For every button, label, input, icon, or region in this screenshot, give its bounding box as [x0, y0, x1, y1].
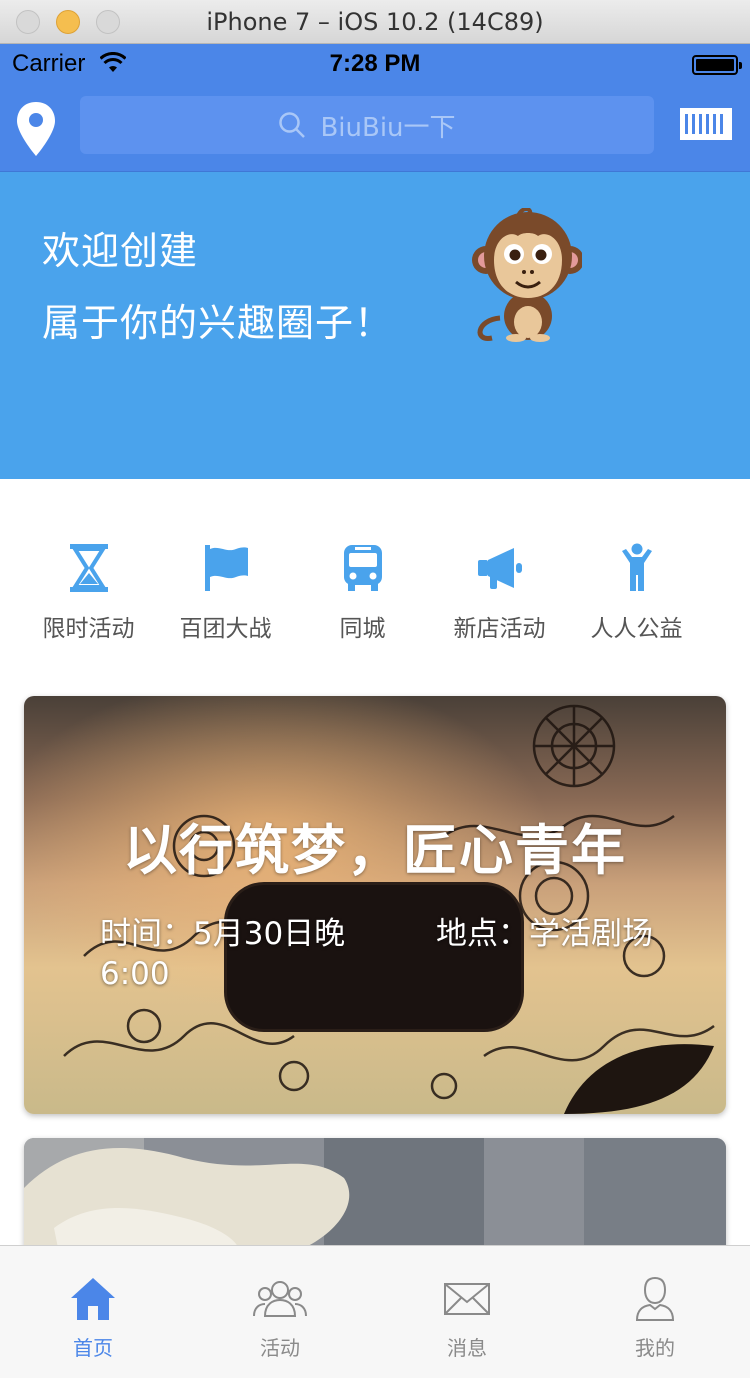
- category-row: 限时活动 百团大战 同城 新店活动 人人公益: [0, 479, 750, 669]
- tab-label: 首页: [73, 1336, 113, 1360]
- home-icon: [71, 1278, 115, 1320]
- navigation-bar: BiuBiu一下: [0, 86, 750, 172]
- banner-subline: 属于你的兴趣圈子！: [42, 301, 394, 345]
- event-title: 以行筑梦，匠心青年: [123, 819, 627, 882]
- category-label: 百团大战: [179, 616, 272, 642]
- simulator-titlebar: iPhone 7 – iOS 10.2 (14C89): [0, 0, 750, 44]
- barcode-icon[interactable]: [680, 108, 732, 140]
- megaphone-icon: [477, 548, 522, 589]
- tab-messages[interactable]: 消息: [407, 1276, 527, 1361]
- flag-icon: [204, 545, 248, 591]
- tab-label: 我的: [635, 1336, 675, 1360]
- person-icon: [621, 543, 652, 591]
- window-title: iPhone 7 – iOS 10.2 (14C89): [206, 8, 544, 36]
- tab-activity[interactable]: 活动: [220, 1276, 340, 1361]
- category-club-battle[interactable]: 百团大战: [157, 543, 294, 643]
- tab-bar: 首页 活动 消息 我的: [0, 1245, 750, 1378]
- category-limited-time[interactable]: 限时活动: [20, 543, 157, 643]
- tab-label: 消息: [447, 1336, 487, 1360]
- category-label: 新店活动: [453, 616, 546, 642]
- search-placeholder: BiuBiu一下: [320, 112, 456, 143]
- tab-home[interactable]: 首页: [33, 1276, 153, 1361]
- search-icon: [279, 112, 306, 138]
- hourglass-icon: [69, 544, 108, 592]
- battery-icon: [692, 55, 742, 75]
- tab-label: 活动: [260, 1336, 300, 1360]
- group-icon: [253, 1281, 307, 1317]
- tab-profile[interactable]: 我的: [595, 1276, 715, 1361]
- status-time: 7:28 PM: [329, 50, 421, 77]
- bus-icon: [343, 545, 382, 591]
- mail-icon: [444, 1283, 490, 1315]
- status-bar: Carrier 7:28 PM: [0, 44, 750, 86]
- event-card[interactable]: 以行筑梦，匠心青年 时间：5月30日晚6:00 地点：学活剧场: [24, 696, 726, 1114]
- welcome-banner[interactable]: 欢迎创建 属于你的兴趣圈子！: [0, 172, 750, 479]
- category-label: 限时活动: [42, 616, 135, 642]
- profile-icon: [635, 1276, 675, 1321]
- category-label: 同城: [339, 616, 386, 642]
- monkey-icon: [472, 208, 582, 342]
- category-new-store[interactable]: 新店活动: [431, 543, 568, 643]
- location-pin-icon[interactable]: [14, 100, 58, 158]
- event-place: 地点：学活剧场: [436, 916, 653, 952]
- search-input[interactable]: BiuBiu一下: [80, 96, 654, 154]
- category-label: 人人公益: [590, 616, 683, 642]
- category-charity[interactable]: 人人公益: [568, 543, 705, 643]
- banner-headline: 欢迎创建: [42, 229, 199, 273]
- event-time: 时间：5月30日晚6:00: [100, 916, 346, 992]
- category-same-city[interactable]: 同城: [294, 543, 431, 643]
